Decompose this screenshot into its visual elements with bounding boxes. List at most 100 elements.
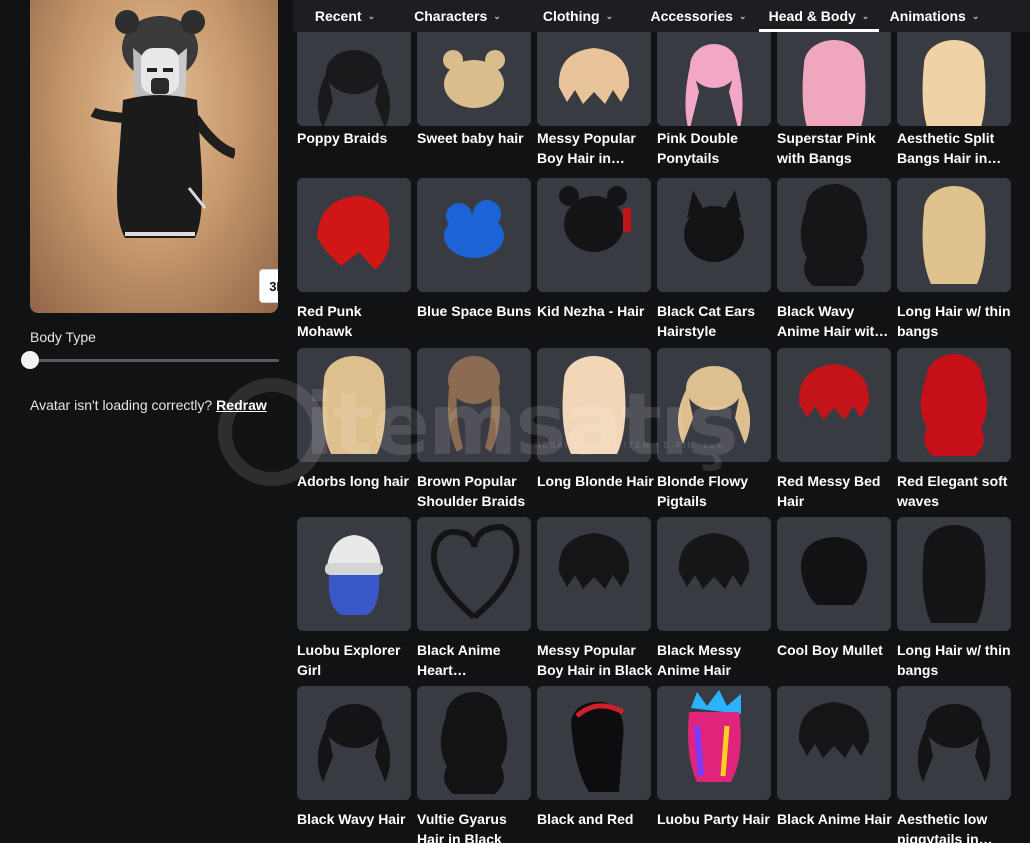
item-name[interactable]: Poppy Braids xyxy=(297,128,415,148)
item-card[interactable]: Messy Popular Boy Hair in… xyxy=(537,32,651,201)
item-name[interactable]: Aesthetic Split Bangs Hair in… xyxy=(897,128,1015,168)
item-name[interactable]: Red Punk Mohawk xyxy=(297,301,415,341)
item-thumbnail[interactable] xyxy=(297,517,411,631)
item-card[interactable]: Black Wavy Anime Hair wit… xyxy=(777,178,891,347)
item-card[interactable]: Blue Space Buns xyxy=(417,178,531,347)
item-card[interactable]: Black Anime Heart… xyxy=(417,517,531,686)
item-thumbnail[interactable] xyxy=(297,348,411,462)
item-card[interactable]: Luobu Party Hair xyxy=(657,686,771,843)
item-name[interactable]: Cool Boy Mullet xyxy=(777,640,895,660)
item-name[interactable]: Black Anime Hair xyxy=(777,809,895,829)
item-thumbnail[interactable] xyxy=(297,32,411,126)
item-name[interactable]: Messy Popular Boy Hair in Black xyxy=(537,640,655,680)
body-type-slider-track[interactable] xyxy=(30,359,279,362)
item-thumbnail[interactable] xyxy=(777,348,891,462)
item-thumbnail[interactable] xyxy=(537,178,651,292)
item-card[interactable]: Vultie Gyarus Hair in Black xyxy=(417,686,531,843)
item-name[interactable]: Superstar Pink with Bangs xyxy=(777,128,895,168)
item-name[interactable]: Pink Double Ponytails xyxy=(657,128,775,168)
item-name[interactable]: Black Wavy Hair xyxy=(297,809,415,829)
item-thumbnail[interactable] xyxy=(417,348,531,462)
item-thumbnail[interactable] xyxy=(297,686,411,800)
item-card[interactable]: Black and Red xyxy=(537,686,651,843)
view-3d-button[interactable]: 3D xyxy=(259,269,278,303)
item-thumbnail[interactable] xyxy=(897,517,1011,631)
tab-animations[interactable]: Animations ⌄ xyxy=(879,0,990,32)
item-thumbnail[interactable] xyxy=(897,32,1011,126)
item-thumbnail[interactable] xyxy=(897,178,1011,292)
item-thumbnail[interactable] xyxy=(777,517,891,631)
item-card[interactable]: Adorbs long hair xyxy=(297,348,411,517)
item-name[interactable]: Kid Nezha - Hair xyxy=(537,301,655,321)
item-thumbnail[interactable] xyxy=(417,32,531,126)
item-card[interactable]: Black Messy Anime Hair xyxy=(657,517,771,686)
item-thumbnail[interactable] xyxy=(897,686,1011,800)
item-thumbnail[interactable] xyxy=(537,348,651,462)
avatar-preview[interactable]: 3D xyxy=(30,0,278,313)
item-card[interactable]: Brown Popular Shoulder Braids xyxy=(417,348,531,517)
item-name[interactable]: Aesthetic low piggytails in… xyxy=(897,809,1015,843)
item-name[interactable]: Luobu Explorer Girl xyxy=(297,640,415,680)
item-card[interactable]: Red Punk Mohawk xyxy=(297,178,411,347)
tab-clothing[interactable]: Clothing ⌄ xyxy=(518,0,638,32)
item-thumbnail[interactable] xyxy=(537,686,651,800)
item-card[interactable]: Long Blonde Hair xyxy=(537,348,654,517)
item-name[interactable]: Red Messy Bed Hair xyxy=(777,471,895,511)
item-thumbnail[interactable] xyxy=(657,348,771,462)
item-name[interactable]: Sweet baby hair xyxy=(417,128,535,148)
item-card[interactable]: Blonde Flowy Pigtails xyxy=(657,348,771,517)
item-name[interactable]: Brown Popular Shoulder Braids xyxy=(417,471,535,511)
item-thumbnail[interactable] xyxy=(657,178,771,292)
tab-characters[interactable]: Characters ⌄ xyxy=(397,0,518,32)
item-card[interactable]: Kid Nezha - Hair xyxy=(537,178,651,347)
item-name[interactable]: Black Messy Anime Hair xyxy=(657,640,775,680)
item-card[interactable]: Black Anime Hair xyxy=(777,686,892,843)
item-thumbnail[interactable] xyxy=(417,686,531,800)
item-card[interactable]: Luobu Explorer Girl xyxy=(297,517,411,686)
item-thumbnail[interactable] xyxy=(297,178,411,292)
item-name[interactable]: Long Hair w/ thin bangs xyxy=(897,640,1015,680)
item-thumbnail[interactable] xyxy=(537,32,651,126)
item-card[interactable]: Cool Boy Mullet xyxy=(777,517,891,686)
item-thumbnail[interactable] xyxy=(657,32,771,126)
tab-head-body[interactable]: Head & Body ⌄ xyxy=(759,0,879,32)
tab-accessories[interactable]: Accessories ⌄ xyxy=(638,0,759,32)
redraw-link[interactable]: Redraw xyxy=(216,397,267,413)
item-card[interactable]: Black Wavy Hair xyxy=(297,686,411,843)
item-card[interactable]: Long Hair w/ thin bangs xyxy=(897,517,1011,686)
item-card[interactable]: Pink Double Ponytails xyxy=(657,32,771,201)
body-type-slider-thumb[interactable] xyxy=(21,351,39,369)
item-thumbnail[interactable] xyxy=(777,686,891,800)
item-name[interactable]: Black Anime Heart… xyxy=(417,640,535,680)
item-name[interactable]: Red Elegant soft waves xyxy=(897,471,1015,511)
item-card[interactable]: Superstar Pink with Bangs xyxy=(777,32,891,201)
item-name[interactable]: Vultie Gyarus Hair in Black xyxy=(417,809,535,843)
item-card[interactable]: Aesthetic low piggytails in… xyxy=(897,686,1011,843)
item-card[interactable]: Long Hair w/ thin bangs xyxy=(897,178,1011,347)
item-name[interactable]: Messy Popular Boy Hair in… xyxy=(537,128,655,168)
item-name[interactable]: Black Wavy Anime Hair wit… xyxy=(777,301,895,341)
tab-recent[interactable]: Recent ⌄ xyxy=(293,0,397,32)
item-card[interactable]: Sweet baby hair xyxy=(417,32,531,201)
item-name[interactable]: Long Hair w/ thin bangs xyxy=(897,301,1015,341)
item-card[interactable]: Messy Popular Boy Hair in Black xyxy=(537,517,652,686)
item-thumbnail[interactable] xyxy=(657,686,771,800)
item-name[interactable]: Luobu Party Hair xyxy=(657,809,775,829)
item-thumbnail[interactable] xyxy=(777,32,891,126)
item-card[interactable]: Poppy Braids xyxy=(297,32,411,201)
item-card[interactable]: Aesthetic Split Bangs Hair in… xyxy=(897,32,1011,201)
item-card[interactable]: Red Messy Bed Hair xyxy=(777,348,891,517)
item-thumbnail[interactable] xyxy=(537,517,651,631)
item-name[interactable]: Blue Space Buns xyxy=(417,301,535,321)
item-name[interactable]: Black Cat Ears Hairstyle xyxy=(657,301,775,341)
item-card[interactable]: Black Cat Ears Hairstyle xyxy=(657,178,771,347)
item-thumbnail[interactable] xyxy=(417,178,531,292)
item-thumbnail[interactable] xyxy=(777,178,891,292)
item-thumbnail[interactable] xyxy=(417,517,531,631)
item-name[interactable]: Black and Red xyxy=(537,809,655,829)
item-name[interactable]: Long Blonde Hair xyxy=(537,471,655,491)
item-name[interactable]: Blonde Flowy Pigtails xyxy=(657,471,775,511)
item-card[interactable]: Red Elegant soft waves xyxy=(897,348,1011,517)
item-name[interactable]: Adorbs long hair xyxy=(297,471,415,491)
item-thumbnail[interactable] xyxy=(897,348,1011,462)
